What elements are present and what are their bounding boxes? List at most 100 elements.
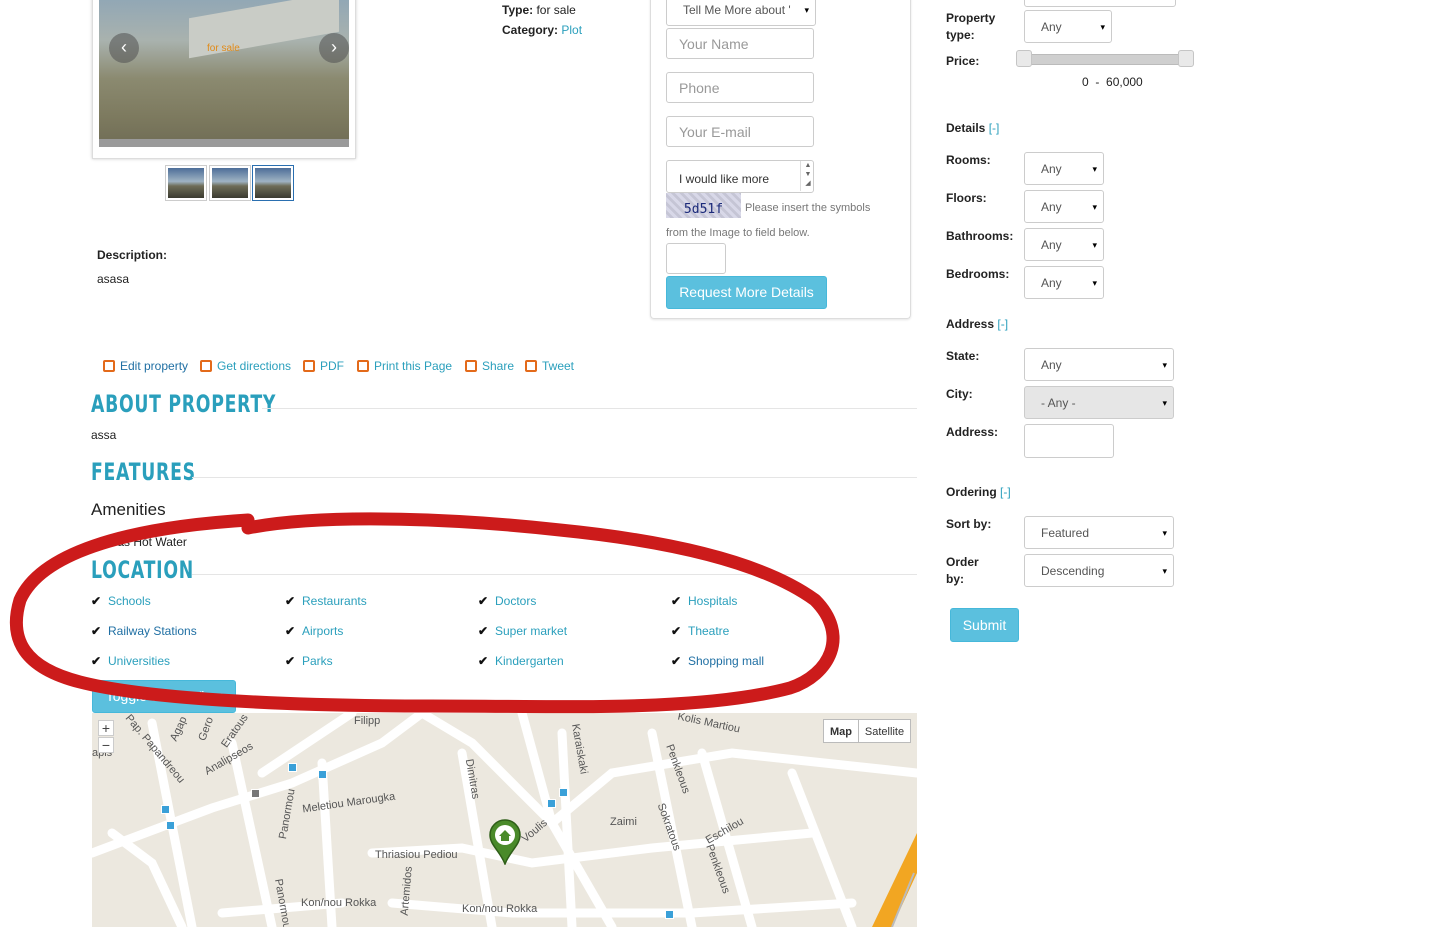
ordering-heading: Ordering — [946, 485, 997, 499]
subject-select[interactable]: Tell Me More about ' ▾ — [666, 0, 816, 26]
next-arrow-icon[interactable]: › — [319, 33, 349, 63]
pdf-link[interactable]: PDF — [303, 359, 344, 373]
description-text: asasa — [97, 272, 130, 286]
zoom-out-button[interactable]: − — [98, 737, 114, 753]
price-slider-min-handle[interactable] — [1016, 50, 1032, 67]
rooms-value: Any — [1041, 162, 1062, 176]
sortby-value: Featured — [1041, 526, 1090, 540]
floors-value: Any — [1041, 200, 1062, 214]
address-section-header: Address [-] — [946, 317, 1008, 331]
chevron-down-icon: ▾ — [1162, 527, 1167, 538]
phone-input[interactable]: Phone — [666, 72, 814, 103]
textarea-scrollbar[interactable]: ▲ ▼ ◢ — [800, 161, 815, 191]
get-directions-link[interactable]: Get directions — [200, 359, 291, 373]
bedrooms-value: Any — [1041, 276, 1062, 290]
location-item-railway-stations[interactable]: ✔ Railway Stations — [91, 624, 197, 638]
floors-select[interactable]: Any ▾ — [1024, 190, 1104, 223]
property-type-value: Any — [1041, 20, 1062, 34]
address-input[interactable] — [1024, 424, 1114, 458]
tweet-link[interactable]: Tweet — [525, 359, 574, 373]
bathrooms-select[interactable]: Any ▾ — [1024, 228, 1104, 261]
property-marker-icon[interactable] — [488, 819, 522, 865]
twitter-icon — [525, 360, 537, 372]
location-item-hospitals[interactable]: ✔ Hospitals — [671, 594, 737, 608]
map-type-map-button[interactable]: Map — [823, 719, 859, 743]
check-icon: ✔ — [91, 654, 102, 668]
location-item-parks[interactable]: ✔ Parks — [285, 654, 333, 668]
pdf-icon — [303, 360, 315, 372]
address-toggle[interactable]: [-] — [997, 317, 1008, 331]
location-label: Railway Stations — [108, 624, 197, 638]
edit-property-label: Edit property — [120, 359, 189, 373]
zoom-in-button[interactable]: + — [98, 720, 114, 736]
captcha-input[interactable] — [666, 243, 726, 274]
gallery-thumbnail-2[interactable] — [209, 165, 251, 201]
street-label: Kon/nou Rokka — [462, 903, 538, 915]
location-label: Super market — [495, 624, 568, 638]
location-item-schools[interactable]: ✔ Schools — [91, 594, 151, 608]
chevron-down-icon: ▾ — [1092, 201, 1097, 212]
location-item-restaurants[interactable]: ✔ Restaurants — [285, 594, 367, 608]
state-select[interactable]: Any ▾ — [1024, 348, 1174, 381]
location-item-shopping-mall[interactable]: ✔ Shopping mall — [671, 654, 764, 668]
prev-arrow-icon[interactable]: ‹ — [109, 33, 139, 63]
bedrooms-label: Bedrooms: — [946, 267, 1010, 281]
tweet-label: Tweet — [542, 359, 575, 373]
details-toggle[interactable]: [-] — [989, 121, 1000, 135]
sortby-select[interactable]: Featured ▾ — [1024, 516, 1174, 549]
price-max: 60,000 — [1106, 75, 1143, 89]
share-link[interactable]: Share — [465, 359, 514, 373]
rooms-label: Rooms: — [946, 153, 991, 167]
share-label: Share — [482, 359, 515, 373]
location-label: Restaurants — [302, 594, 367, 608]
message-textarea[interactable]: I would like more — [666, 160, 814, 193]
share-icon — [465, 360, 477, 372]
category-link[interactable]: Plot — [561, 23, 582, 37]
type-value: for sale — [536, 3, 576, 17]
location-item-kindergarten[interactable]: ✔ Kindergarten — [478, 654, 564, 668]
chevron-down-icon: ▾ — [1092, 239, 1097, 250]
location-item-universities[interactable]: ✔ Universities — [91, 654, 170, 668]
name-input[interactable]: Your Name — [666, 28, 814, 59]
chevron-down-icon: ▾ — [1100, 21, 1105, 32]
photo-tag: for sale — [207, 43, 240, 54]
location-item-airports[interactable]: ✔ Airports — [285, 624, 343, 638]
property-type-label: Property type: — [946, 11, 996, 42]
check-icon: ✔ — [285, 654, 296, 668]
bedrooms-select[interactable]: Any ▾ — [1024, 266, 1104, 299]
orderby-select[interactable]: Descending ▾ — [1024, 554, 1174, 587]
orderby-label: Order by: — [946, 555, 979, 586]
gallery-thumbnail-1[interactable] — [165, 165, 207, 201]
price-separator: - — [1095, 75, 1100, 89]
ordering-toggle[interactable]: [-] — [1000, 485, 1011, 499]
property-photo[interactable]: for sale ‹ › — [99, 0, 349, 147]
captcha-hint: Please insert the symbols from the Image… — [666, 202, 871, 239]
property-type-select[interactable]: Any ▾ — [1024, 10, 1112, 43]
location-label: Kindergarten — [495, 654, 564, 668]
email-input[interactable]: Your E-mail — [666, 116, 814, 147]
price-slider-track[interactable] — [1024, 54, 1194, 65]
rooms-select[interactable]: Any ▾ — [1024, 152, 1104, 185]
price-min: 0 — [1082, 75, 1089, 89]
request-details-button[interactable]: Request More Details — [666, 276, 827, 309]
city-select[interactable]: - Any - ▾ — [1024, 386, 1174, 419]
search-submit-button[interactable]: Submit — [950, 608, 1019, 642]
search-keyword-input[interactable] — [1024, 0, 1176, 7]
location-map[interactable]: Filipp Kolis Martiou Karaiskaki Pap. Pap… — [92, 713, 917, 927]
directions-icon — [200, 360, 212, 372]
thumbnail-image — [212, 168, 248, 198]
address-label: Address: — [946, 425, 999, 439]
print-link[interactable]: Print this Page — [357, 359, 452, 373]
street-label: Kon/nou Rokka — [301, 897, 377, 909]
location-item-doctors[interactable]: ✔ Doctors — [478, 594, 536, 608]
toggle-street-view-button[interactable]: Toggle Street View — [92, 680, 236, 713]
location-label: Universities — [108, 654, 171, 668]
bathrooms-value: Any — [1041, 238, 1062, 252]
state-label: State: — [946, 349, 980, 363]
gallery-thumbnail-3[interactable] — [252, 165, 294, 201]
location-item-theatre[interactable]: ✔ Theatre — [671, 624, 729, 638]
edit-property-link[interactable]: Edit property — [103, 359, 188, 373]
price-slider-max-handle[interactable] — [1178, 50, 1194, 67]
map-type-satellite-button[interactable]: Satellite — [858, 719, 911, 743]
location-item-super-market[interactable]: ✔ Super market — [478, 624, 567, 638]
